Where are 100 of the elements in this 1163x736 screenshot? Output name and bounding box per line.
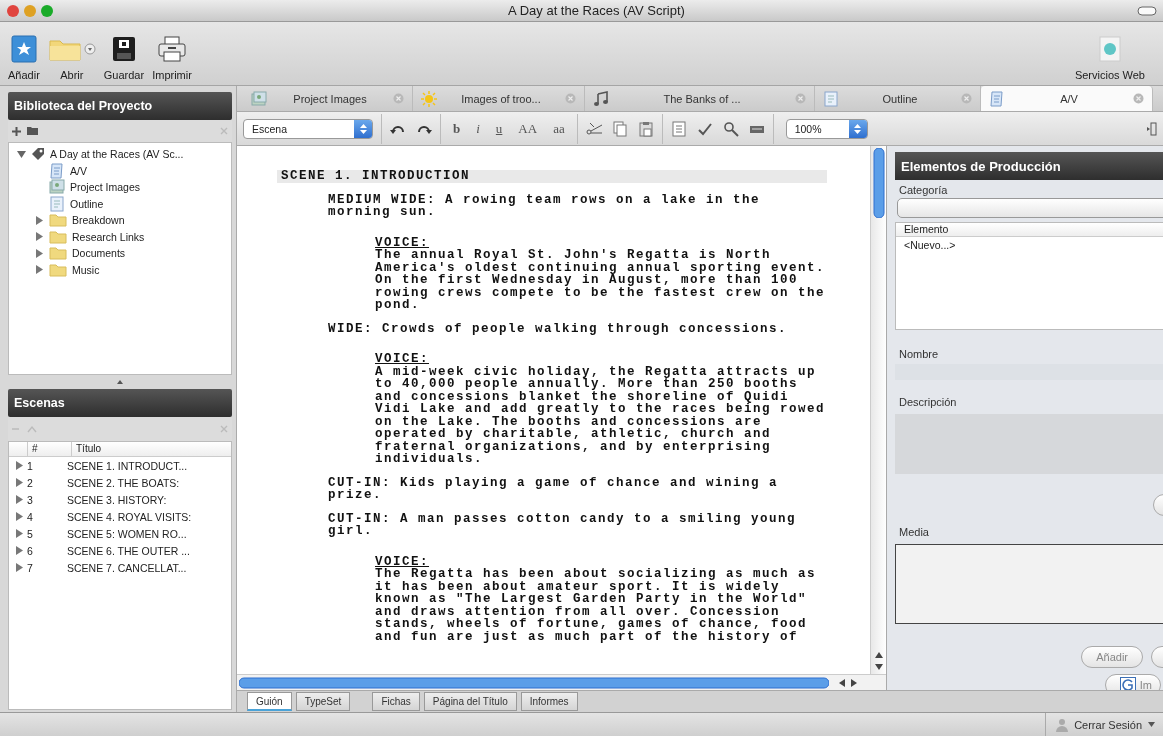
table-cell-text: 5 xyxy=(27,527,34,540)
folder-icon xyxy=(49,246,67,261)
category-popup[interactable] xyxy=(897,198,1163,218)
tree-item[interactable]: Breakdown xyxy=(9,212,231,229)
document-tab[interactable]: Outline xyxy=(815,86,981,111)
tree-item[interactable]: A/V xyxy=(9,162,231,179)
folder-icon xyxy=(49,229,67,244)
bottom-tab[interactable]: Fichas xyxy=(372,692,420,711)
dialogue-text: The Regatta has been about socializing as much as it has been about amateur sport. It is widely known as "The Largest Garden Party in the World" and draws attention from all over. Concession stands, wheels of fortune, games of chance, food and fun are just as much part of the history of xyxy=(375,568,818,643)
tree-item[interactable]: Outline xyxy=(9,195,231,212)
table-cell-text: SCENE 6. THE OUTER ... xyxy=(67,544,191,557)
table-cell-text: SCENE 5: WOMEN RO... xyxy=(67,527,188,540)
panel-header: Biblioteca del Proyecto xyxy=(8,92,232,120)
folder-icon xyxy=(49,262,67,277)
document-tab[interactable]: Project Images xyxy=(243,86,413,111)
zoom-popup[interactable]: 100% xyxy=(785,118,868,139)
document-tab[interactable]: The Banks of ... xyxy=(585,86,815,111)
person-icon xyxy=(1056,717,1069,732)
script-page-icon xyxy=(989,90,1005,107)
dialogue-text: A mid-week civic holiday, the Regatta attracts up to 40,000 people annually. More than 250 booths and concessions blanket the shoreline of Quidi Vidi Lake and add greatly to the races being rowed on the Lake. The booths and concessions are operated by charitable, athletic, church and fraternal organizations, and by enterprising individuals. xyxy=(375,365,827,466)
paste-icon[interactable] xyxy=(637,120,654,137)
bottom-tab[interactable]: Informes xyxy=(520,692,578,711)
toolbar-button[interactable]: Abrir xyxy=(43,33,100,81)
format-button[interactable]: aa xyxy=(549,120,569,137)
stepper-icon xyxy=(359,122,367,135)
shot-description: CUT-IN: Kids playing a game of chance and wining a prize. xyxy=(328,476,780,502)
document-icon[interactable] xyxy=(670,120,687,137)
dialogue-text: The annual Royal St. John's Regatta is North America's oldest continuing annual sporting event. On the first Wednesday in August, more than 100 rowing crews compete to be the fastest crew on the pond. xyxy=(375,249,827,312)
table-cell-text: 1 xyxy=(27,459,34,472)
picture-stack-icon xyxy=(251,90,267,107)
window-title: A Day at the Races (AV Script) xyxy=(507,3,686,18)
window-controls-icon xyxy=(6,3,56,18)
character-name: VOICE: xyxy=(375,555,429,568)
close-tab-icon xyxy=(1133,93,1144,104)
table-cell-text: 4 xyxy=(27,510,34,523)
music-note-icon xyxy=(593,90,609,107)
scroll-arrows-icon[interactable] xyxy=(837,677,859,688)
document-tab[interactable]: Images of troo... xyxy=(413,86,585,111)
toolbar-toggle-icon[interactable] xyxy=(1137,5,1157,16)
bottom-tab[interactable]: TypeSet xyxy=(295,692,351,711)
table-cell-text: SCENE 4. ROYAL VISITS: xyxy=(67,510,193,523)
table-cell-text: 6 xyxy=(27,544,34,557)
tag-icon xyxy=(31,147,45,162)
scrollbar-thumb[interactable] xyxy=(239,676,829,689)
tree-item[interactable]: Documents xyxy=(9,245,231,262)
toolbar-button[interactable]: Imprimir xyxy=(148,33,196,81)
bottom-tab[interactable]: Guión xyxy=(247,692,292,711)
format-button[interactable]: AA xyxy=(514,120,542,137)
folder-icon xyxy=(49,213,67,228)
table-cell-text: SCENE 3. HISTORY: xyxy=(67,493,168,506)
format-button[interactable]: b xyxy=(449,120,465,137)
bottom-tab[interactable]: Página del Título xyxy=(423,692,517,711)
column-header: Título xyxy=(71,442,231,456)
table-cell-text: SCENE 1. INTRODUCT... xyxy=(67,459,189,472)
style-popup[interactable]: Escena xyxy=(243,118,373,139)
table-cell-text: 2 xyxy=(27,476,34,489)
tree-item[interactable]: Music xyxy=(9,261,231,278)
scissors-icon[interactable] xyxy=(585,120,602,137)
shot-description: WIDE: Crowds of people walking through concessions. xyxy=(328,322,789,335)
tree-item[interactable]: Project Images xyxy=(9,179,231,196)
page-icon xyxy=(49,195,65,212)
close-tab-icon xyxy=(393,93,404,104)
format-button[interactable]: i xyxy=(472,120,484,137)
star-document-icon xyxy=(9,34,38,64)
scroll-arrows-icon[interactable] xyxy=(873,650,884,672)
character-name: VOICE: xyxy=(375,353,430,366)
scrollbar-thumb[interactable] xyxy=(872,148,885,218)
close-tab-icon xyxy=(961,93,972,104)
folder-icon[interactable] xyxy=(27,127,38,135)
script-page-icon xyxy=(49,162,65,179)
stepper-icon xyxy=(854,122,862,135)
table-cell-text: 3 xyxy=(27,493,34,506)
field-label: Descripción xyxy=(898,395,958,410)
toolbar-button[interactable]: Guardar xyxy=(99,33,149,81)
list-item[interactable]: <Nuevo...> xyxy=(896,237,1163,253)
close-tab-icon xyxy=(565,93,576,104)
format-button[interactable]: u xyxy=(491,120,507,137)
table-cell-text: SCENE 2. THE BOATS: xyxy=(67,476,181,489)
shot-description: CUT-IN: A man passes cotton candy to a smiling young girl. xyxy=(328,512,798,538)
column-header: Elemento xyxy=(896,223,1163,237)
search-icon[interactable] xyxy=(722,120,739,137)
dropdown-icon xyxy=(83,43,96,55)
printer-icon xyxy=(157,35,187,63)
tree-item[interactable]: Research Links xyxy=(9,228,231,245)
panel-header: Elementos de Producción xyxy=(895,152,1163,180)
caret-icon xyxy=(1148,722,1155,727)
add-icon[interactable] xyxy=(12,126,21,136)
field-label: Nombre xyxy=(898,347,940,362)
field-label: Categoría xyxy=(898,183,949,198)
copy-icon[interactable] xyxy=(611,120,628,137)
page-icon xyxy=(823,90,839,107)
toolbar-button[interactable]: Añadir xyxy=(4,33,44,81)
toolbar-button[interactable]: Servicios Web xyxy=(1070,33,1149,81)
panel-toggle-icon[interactable] xyxy=(1147,121,1157,136)
table-cell-text: 7 xyxy=(27,561,34,574)
document-tab[interactable]: A/V xyxy=(981,86,1153,111)
logout-button[interactable]: Cerrar Sesión xyxy=(1045,713,1163,736)
scene-heading: SCENE 1. INTRODUCTION xyxy=(277,170,827,183)
tree-item[interactable]: A Day at the Races (AV Sc... xyxy=(9,146,231,163)
panel-header: Escenas xyxy=(8,389,232,417)
